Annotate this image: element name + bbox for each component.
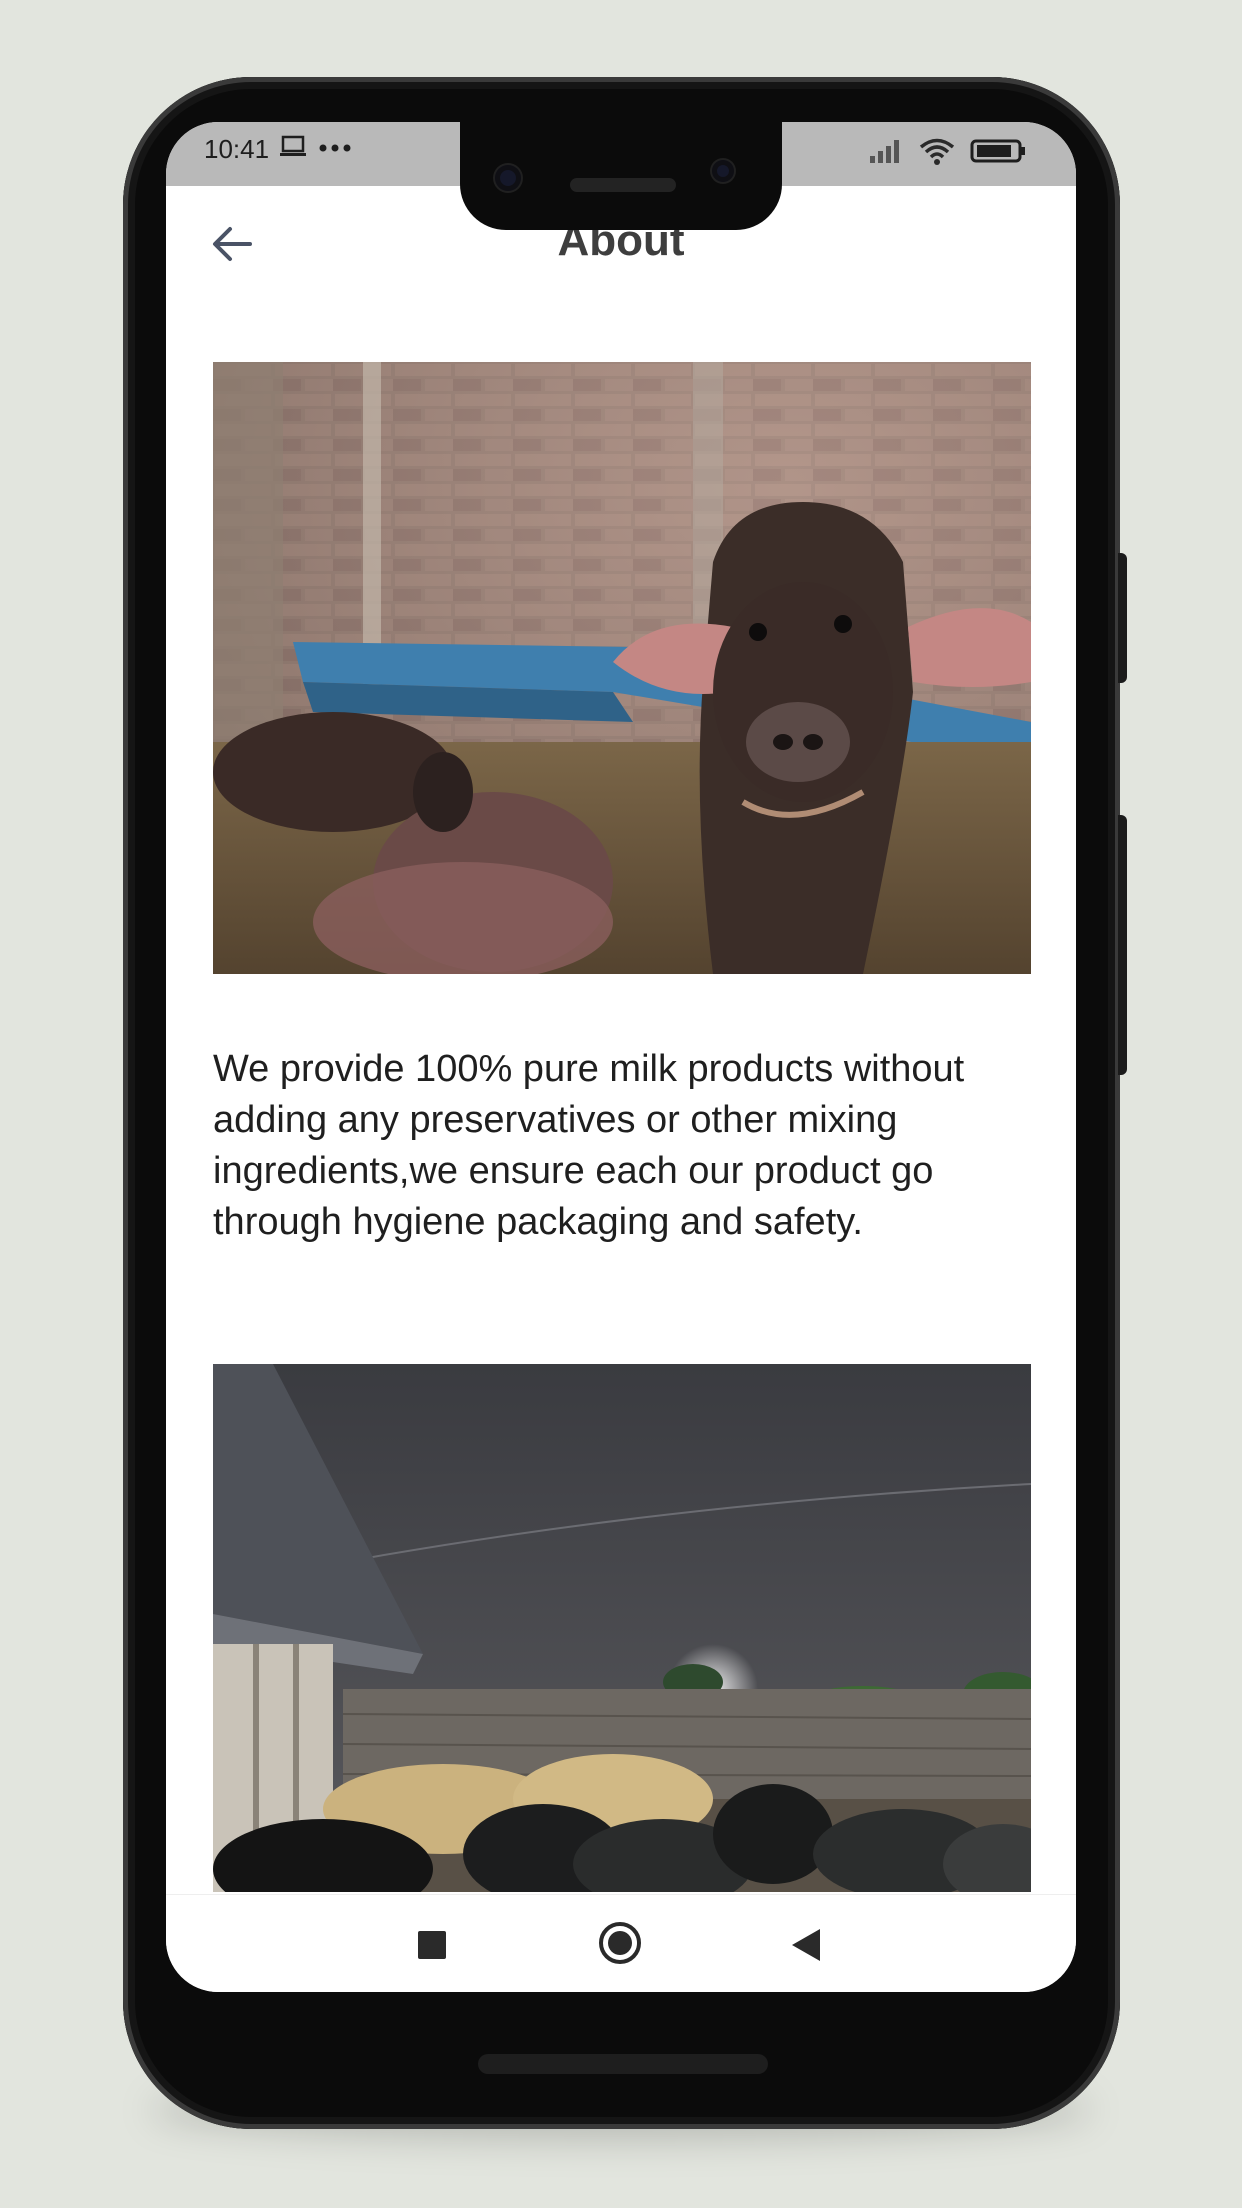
system-back-button[interactable]	[792, 1929, 820, 1961]
about-description: We provide 100% pure milk products witho…	[213, 1048, 965, 1243]
status-time: 10:41	[204, 134, 270, 164]
laptop-icon	[278, 134, 308, 163]
calf-photo	[213, 362, 1031, 974]
recent-apps-button[interactable]	[418, 1931, 446, 1959]
bottom-speaker-grille	[478, 2054, 768, 2074]
earpiece-speaker	[570, 178, 676, 192]
front-sensor	[712, 160, 734, 182]
front-camera	[495, 165, 521, 191]
volume-button	[1118, 815, 1127, 1075]
battery-icon	[970, 137, 1028, 170]
status-left-icons	[278, 134, 352, 163]
status-right-icons	[868, 136, 1028, 171]
home-button[interactable]	[599, 1922, 641, 1964]
power-button	[1118, 553, 1127, 683]
farm-photo	[213, 1364, 1031, 1892]
wifi-icon	[918, 136, 956, 171]
app-screen: 10:41 About We provide 100% pure milk pr…	[166, 122, 1076, 1992]
signal-icon	[868, 137, 904, 170]
navigation-bar	[166, 1894, 1076, 1992]
camera-notch	[460, 120, 782, 230]
more-dots-icon	[318, 134, 352, 163]
